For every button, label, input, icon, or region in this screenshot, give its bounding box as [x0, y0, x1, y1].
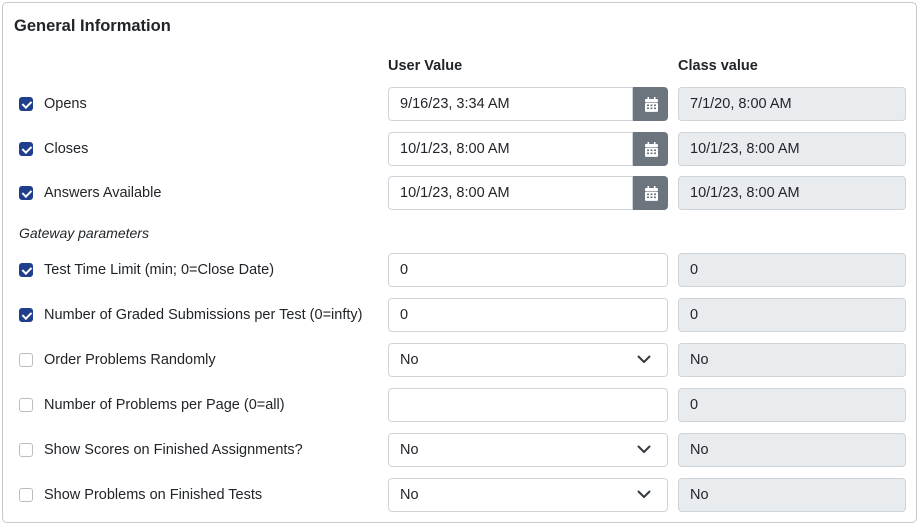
graded-submissions-class-value: 0 [678, 298, 906, 332]
closes-class-value: 10/1/23, 8:00 AM [678, 132, 906, 166]
closes-date-input[interactable]: 10/1/23, 8:00 AM [388, 132, 633, 166]
row-graded-submissions: Number of Graded Submissions per Test (0… [3, 298, 918, 332]
order-problems-randomly-class-value: No [678, 343, 906, 377]
opens-calendar-button[interactable] [633, 87, 668, 121]
user-value-header: User Value [388, 58, 463, 74]
show-scores-class-value: No [678, 433, 906, 467]
show-scores-checkbox[interactable] [19, 443, 33, 457]
show-problems-checkbox[interactable] [19, 488, 33, 502]
show-problems-select[interactable]: No [388, 478, 668, 512]
show-problems-class-value: No [678, 478, 906, 512]
problems-per-page-class-value: 0 [678, 388, 906, 422]
answers-available-calendar-button[interactable] [633, 176, 668, 210]
show-scores-select[interactable]: No [388, 433, 668, 467]
class-value-header: Class value [678, 58, 758, 74]
row-show-problems: Show Problems on Finished Tests No No [3, 478, 918, 512]
closes-label: Closes [44, 141, 89, 157]
order-problems-randomly-select[interactable]: No [388, 343, 668, 377]
chevron-down-icon [637, 445, 651, 453]
gateway-parameters-heading: Gateway parameters [19, 225, 149, 241]
test-time-limit-checkbox[interactable] [19, 263, 33, 277]
problems-per-page-label: Number of Problems per Page (0=all) [44, 397, 285, 413]
row-opens: Opens 9/16/23, 3:34 AM 7/1/20, 8:00 AM [3, 87, 918, 121]
graded-submissions-checkbox[interactable] [19, 308, 33, 322]
graded-submissions-label: Number of Graded Submissions per Test (0… [44, 307, 363, 323]
row-closes: Closes 10/1/23, 8:00 AM 10/1/23, 8:00 AM [3, 132, 918, 166]
closes-calendar-button[interactable] [633, 132, 668, 166]
test-time-limit-label: Test Time Limit (min; 0=Close Date) [44, 262, 275, 278]
order-problems-randomly-checkbox[interactable] [19, 353, 33, 367]
row-problems-per-page: Number of Problems per Page (0=all) 0 [3, 388, 918, 422]
answers-available-date-input[interactable]: 10/1/23, 8:00 AM [388, 176, 633, 210]
row-order-problems-randomly: Order Problems Randomly No No [3, 343, 918, 377]
test-time-limit-class-value: 0 [678, 253, 906, 287]
closes-checkbox[interactable] [19, 142, 33, 156]
card-title: General Information [14, 17, 171, 35]
show-scores-label: Show Scores on Finished Assignments? [44, 442, 303, 458]
calendar-icon [645, 186, 658, 201]
answers-available-checkbox[interactable] [19, 186, 33, 200]
show-problems-selected: No [400, 487, 419, 503]
order-problems-randomly-selected: No [400, 352, 419, 368]
order-problems-randomly-label: Order Problems Randomly [44, 352, 216, 368]
answers-available-class-value: 10/1/23, 8:00 AM [678, 176, 906, 210]
problems-per-page-input[interactable] [388, 388, 668, 422]
answers-available-label: Answers Available [44, 185, 162, 201]
graded-submissions-input[interactable]: 0 [388, 298, 668, 332]
opens-class-value: 7/1/20, 8:00 AM [678, 87, 906, 121]
general-information-card: General Information User Value Class val… [2, 2, 917, 523]
chevron-down-icon [637, 355, 651, 363]
row-answers-available: Answers Available 10/1/23, 8:00 AM 10/1/… [3, 176, 918, 210]
opens-date-input[interactable]: 9/16/23, 3:34 AM [388, 87, 633, 121]
chevron-down-icon [637, 490, 651, 498]
row-test-time-limit: Test Time Limit (min; 0=Close Date) 0 0 [3, 253, 918, 287]
calendar-icon [645, 142, 658, 157]
show-scores-selected: No [400, 442, 419, 458]
opens-checkbox[interactable] [19, 97, 33, 111]
test-time-limit-input[interactable]: 0 [388, 253, 668, 287]
problems-per-page-checkbox[interactable] [19, 398, 33, 412]
opens-label: Opens [44, 96, 87, 112]
row-show-scores: Show Scores on Finished Assignments? No … [3, 433, 918, 467]
show-problems-label: Show Problems on Finished Tests [44, 487, 263, 503]
calendar-icon [645, 97, 658, 112]
